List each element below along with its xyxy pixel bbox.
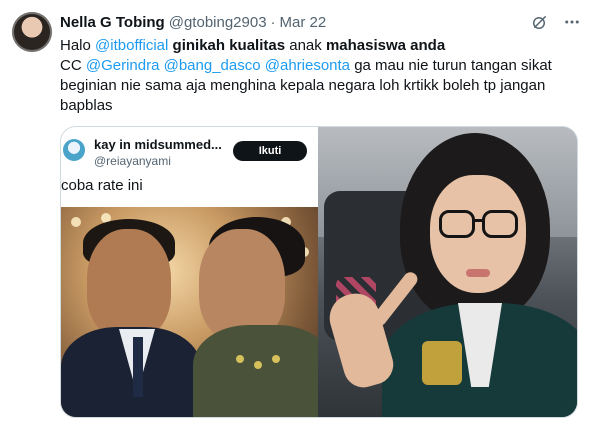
- mention-ahriesonta[interactable]: @ahriesonta: [265, 57, 350, 74]
- mention-bang-dasco[interactable]: @bang_dasco: [164, 57, 261, 74]
- tweet-date[interactable]: Mar 22: [280, 14, 327, 31]
- text-segment: anak: [285, 37, 326, 54]
- tweet-line-1: Halo @itbofficial ginikah kualitas anak …: [60, 36, 575, 56]
- media-grid: kay in midsummed... @reiayanyami Ikuti c…: [60, 126, 578, 418]
- text-segment: CC: [60, 57, 86, 74]
- tweet-line-3: beginian nie sama aja menghina kepala ne…: [60, 77, 546, 94]
- embedded-handle: @reiayanyami: [94, 154, 171, 168]
- display-name[interactable]: Nella G Tobing: [60, 14, 165, 31]
- embedded-tweet-text: coba rate ini: [61, 177, 143, 194]
- grok-icon[interactable]: [530, 12, 550, 32]
- user-handle[interactable]: @gtobing2903: [169, 14, 267, 31]
- tweet[interactable]: Nella G Tobing @gtobing2903 · Mar 22 Hal…: [0, 0, 596, 423]
- avatar[interactable]: [12, 12, 52, 52]
- embedded-follow-button: Ikuti: [233, 141, 307, 161]
- text-segment: Halo: [60, 37, 96, 54]
- tweet-text: Halo @itbofficial ginikah kualitas anak …: [60, 36, 575, 116]
- tweet-line-2: CC @Gerindra @bang_dasco @ahriesonta ga …: [60, 56, 575, 76]
- tweet-actions-top: [530, 12, 582, 32]
- separator-dot: ·: [270, 13, 276, 31]
- bold-text: mahasiswa anda: [325, 37, 446, 54]
- bold-text: ginikah kualitas: [172, 37, 286, 54]
- embedded-avatar: [63, 139, 85, 161]
- media-image-2[interactable]: [318, 127, 577, 417]
- media-image-1[interactable]: kay in midsummed... @reiayanyami Ikuti c…: [61, 127, 318, 417]
- more-icon[interactable]: [562, 12, 582, 32]
- mention-itbofficial[interactable]: @itbofficial: [95, 37, 168, 54]
- text-segment: ga mau nie turun tangan sikat: [350, 57, 552, 74]
- embedded-photo: [61, 207, 318, 417]
- tweet-header: Nella G Tobing @gtobing2903 · Mar 22: [60, 12, 326, 32]
- tweet-line-4: bapblas: [60, 97, 113, 114]
- embedded-display-name: kay in midsummed...: [94, 137, 222, 152]
- mention-gerindra[interactable]: @Gerindra: [86, 57, 160, 74]
